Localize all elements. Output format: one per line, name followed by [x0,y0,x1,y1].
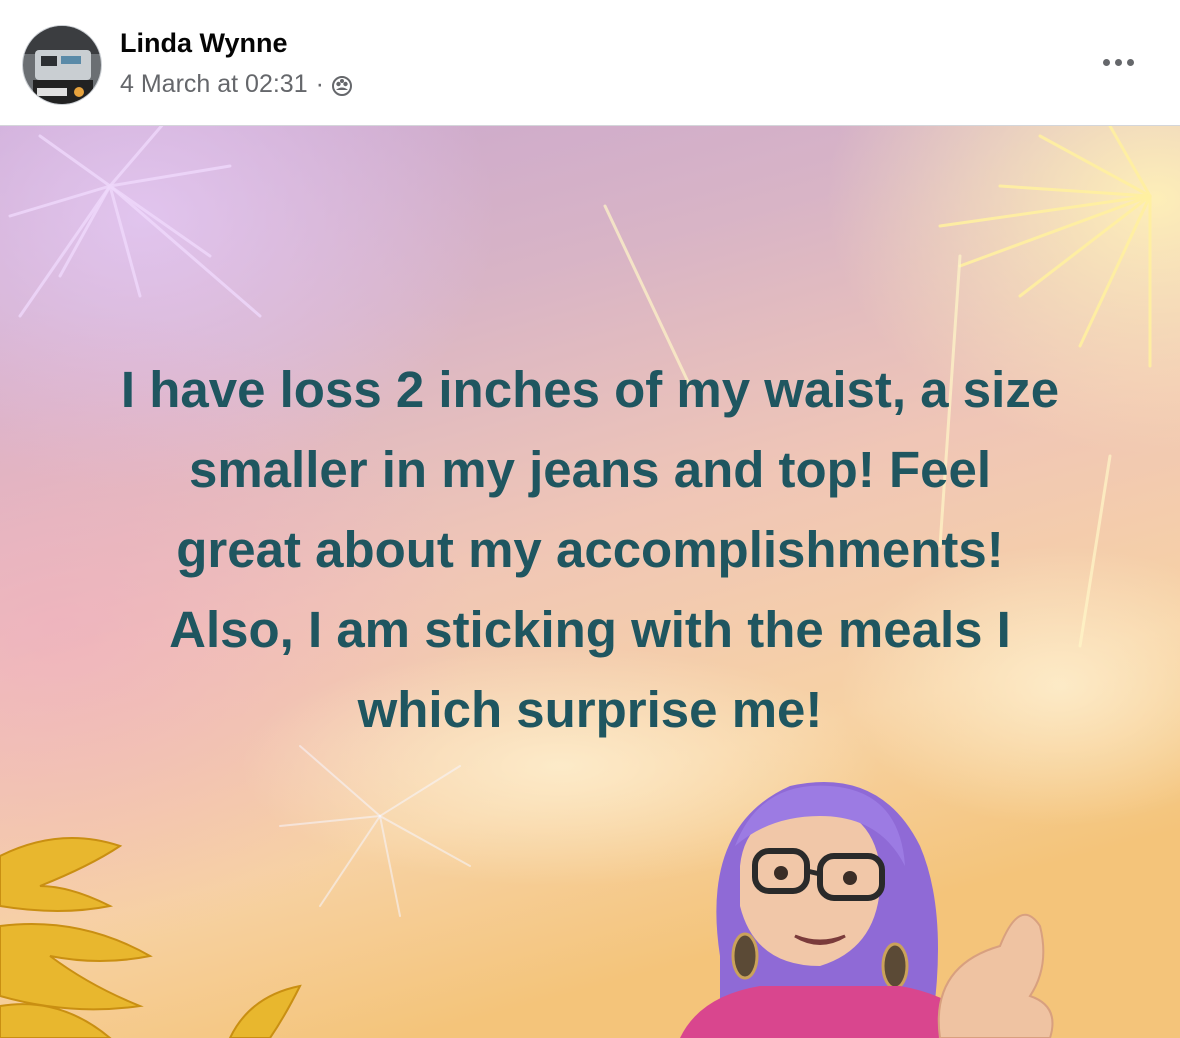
post-meta: 4 March at 02:31 · [120,70,354,99]
friends-icon[interactable] [330,73,354,97]
post-header: Linda Wynne 4 March at 02:31 · [0,0,1180,126]
post-text-line: smaller in my jeans and top! Feel [188,441,992,498]
post-text-line: I have loss 2 inches of my waist, a size [120,361,1060,418]
post-text: I have loss 2 inches of my waist, a size… [40,350,1140,750]
post-text-line: Also, I am sticking with the meals I [169,601,1011,658]
post-card: Linda Wynne 4 March at 02:31 · I have lo… [0,0,1180,1038]
author-name[interactable]: Linda Wynne [120,28,288,59]
post-text-line: great about my accomplishments! [176,521,1004,578]
meta-separator: · [315,70,324,98]
post-text-line: which surprise me! [357,681,823,738]
author-avatar[interactable] [22,25,102,105]
post-timestamp[interactable]: 4 March at 02:31 [120,70,308,99]
post-background: I have loss 2 inches of my waist, a size… [0,126,1180,1038]
more-options-icon[interactable] [1094,44,1142,80]
